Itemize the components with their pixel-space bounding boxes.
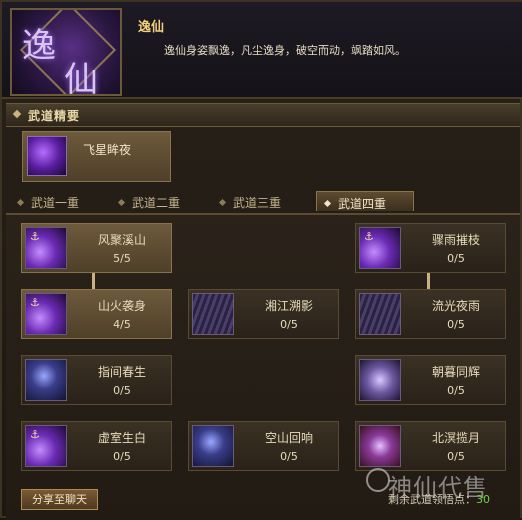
section-title: 武道精要 xyxy=(28,109,81,123)
rank-mark-icon: ⚓ xyxy=(30,428,40,441)
skill-name: 指间春生 xyxy=(97,365,146,379)
skill-name: 空山回响 xyxy=(264,431,313,445)
tab-tier-4[interactable]: 武道四重 xyxy=(316,191,414,211)
bullet-icon xyxy=(117,198,126,207)
dawn-glow-icon xyxy=(359,359,401,401)
skill-card-liuguang[interactable]: 流光夜雨 0/5 xyxy=(355,289,506,339)
moon-swirl-icon xyxy=(192,425,234,467)
purple-streak-icon: ⚓ xyxy=(25,425,67,467)
class-emblem: 逸 仙 xyxy=(10,8,122,96)
bullet-icon xyxy=(16,198,25,207)
rank-mark-icon: ⚓ xyxy=(364,230,374,243)
stripe-wave-icon xyxy=(192,293,234,335)
skill-count: 0/5 xyxy=(113,384,131,397)
remaining-label: 剩余武道领悟点： xyxy=(388,493,476,506)
skill-count: 0/5 xyxy=(447,384,465,397)
header: 逸 仙 逸仙 逸仙身姿飘逸，凡尘逸身，破空而动，飒踏如风。 xyxy=(2,2,522,99)
skill-name: 山火袭身 xyxy=(97,299,146,313)
purple-streak-icon: ⚓ xyxy=(359,227,401,269)
skill-name: 湘江溯影 xyxy=(264,299,313,313)
remaining-value: 30 xyxy=(476,493,490,506)
purple-slash-icon: ⚓ xyxy=(25,293,67,335)
skill-count: 0/5 xyxy=(447,318,465,331)
tree-connector xyxy=(92,271,95,289)
tab-label: 武道四重 xyxy=(338,197,387,211)
skill-card-zhaomu[interactable]: 朝暮同辉 0/5 xyxy=(355,355,506,405)
tab-bar: 武道一重 武道二重 武道三重 武道四重 xyxy=(6,191,520,215)
skill-name: 骤雨摧枝 xyxy=(431,233,480,247)
featured-skill-name: 飞星眸夜 xyxy=(83,143,132,157)
skill-card-xiangjiang[interactable]: 湘江溯影 0/5 xyxy=(188,289,339,339)
class-title: 逸仙 xyxy=(138,20,165,35)
class-description: 逸仙身姿飘逸，凡尘逸身，破空而动，飒踏如风。 xyxy=(164,44,406,57)
tree-connector xyxy=(427,271,430,289)
tab-tier-2[interactable]: 武道二重 xyxy=(117,191,215,211)
tab-label: 武道二重 xyxy=(132,196,181,210)
skill-name: 北溟揽月 xyxy=(431,431,480,445)
skill-name: 风聚溪山 xyxy=(97,233,146,247)
share-to-chat-button[interactable]: 分享至聊天 xyxy=(21,489,98,510)
rank-mark-icon: ⚓ xyxy=(30,296,40,309)
tab-tier-3[interactable]: 武道三重 xyxy=(218,191,316,211)
skill-card-zhouyu[interactable]: ⚓ 骤雨摧枝 0/5 xyxy=(355,223,506,273)
skill-card-fengju[interactable]: ⚓ 风聚溪山 5/5 xyxy=(21,223,172,273)
bullet-icon xyxy=(218,198,227,207)
skill-name: 朝暮同辉 xyxy=(431,365,480,379)
remaining-points: 剩余武道领悟点：30 xyxy=(388,491,490,507)
tab-tier-1[interactable]: 武道一重 xyxy=(16,191,114,211)
skill-count: 0/5 xyxy=(113,450,131,463)
tab-label: 武道三重 xyxy=(233,196,282,210)
rank-mark-icon: ⚓ xyxy=(30,230,40,243)
bullet-icon xyxy=(12,109,22,119)
skill-card-zhijian[interactable]: 指间春生 0/5 xyxy=(21,355,172,405)
skill-name: 虚室生白 xyxy=(97,431,146,445)
dragon-rider-icon xyxy=(27,136,67,176)
purple-slash-icon: ⚓ xyxy=(25,227,67,269)
skill-card-kongshan[interactable]: 空山回响 0/5 xyxy=(188,421,339,471)
skill-name: 流光夜雨 xyxy=(431,299,480,313)
moon-swirl-icon xyxy=(25,359,67,401)
section-header: 武道精要 xyxy=(6,103,520,127)
skill-count: 4/5 xyxy=(113,318,131,331)
emblem-char-1: 逸 xyxy=(22,26,56,66)
tab-label: 武道一重 xyxy=(31,196,80,210)
skill-card-xushi[interactable]: ⚓ 虚室生白 0/5 xyxy=(21,421,172,471)
watermark-logo-icon xyxy=(366,468,390,492)
skill-panel: 逸 仙 逸仙 逸仙身姿飘逸，凡尘逸身，破空而动，飒踏如风。 武道精要 飞星眸夜 … xyxy=(0,0,522,520)
skill-count: 5/5 xyxy=(113,252,131,265)
skill-card-shanhuo[interactable]: ⚓ 山火袭身 4/5 xyxy=(21,289,172,339)
stripe-wave-icon xyxy=(359,293,401,335)
skill-count: 0/5 xyxy=(447,252,465,265)
skill-card-beiming[interactable]: 北溟揽月 0/5 xyxy=(355,421,506,471)
skill-count: 0/5 xyxy=(447,450,465,463)
skill-count: 0/5 xyxy=(280,318,298,331)
bullet-icon xyxy=(323,199,332,208)
emblem-char-2: 仙 xyxy=(64,60,98,96)
skill-count: 0/5 xyxy=(280,450,298,463)
red-vortex-icon xyxy=(359,425,401,467)
featured-skill[interactable]: 飞星眸夜 xyxy=(22,131,171,182)
